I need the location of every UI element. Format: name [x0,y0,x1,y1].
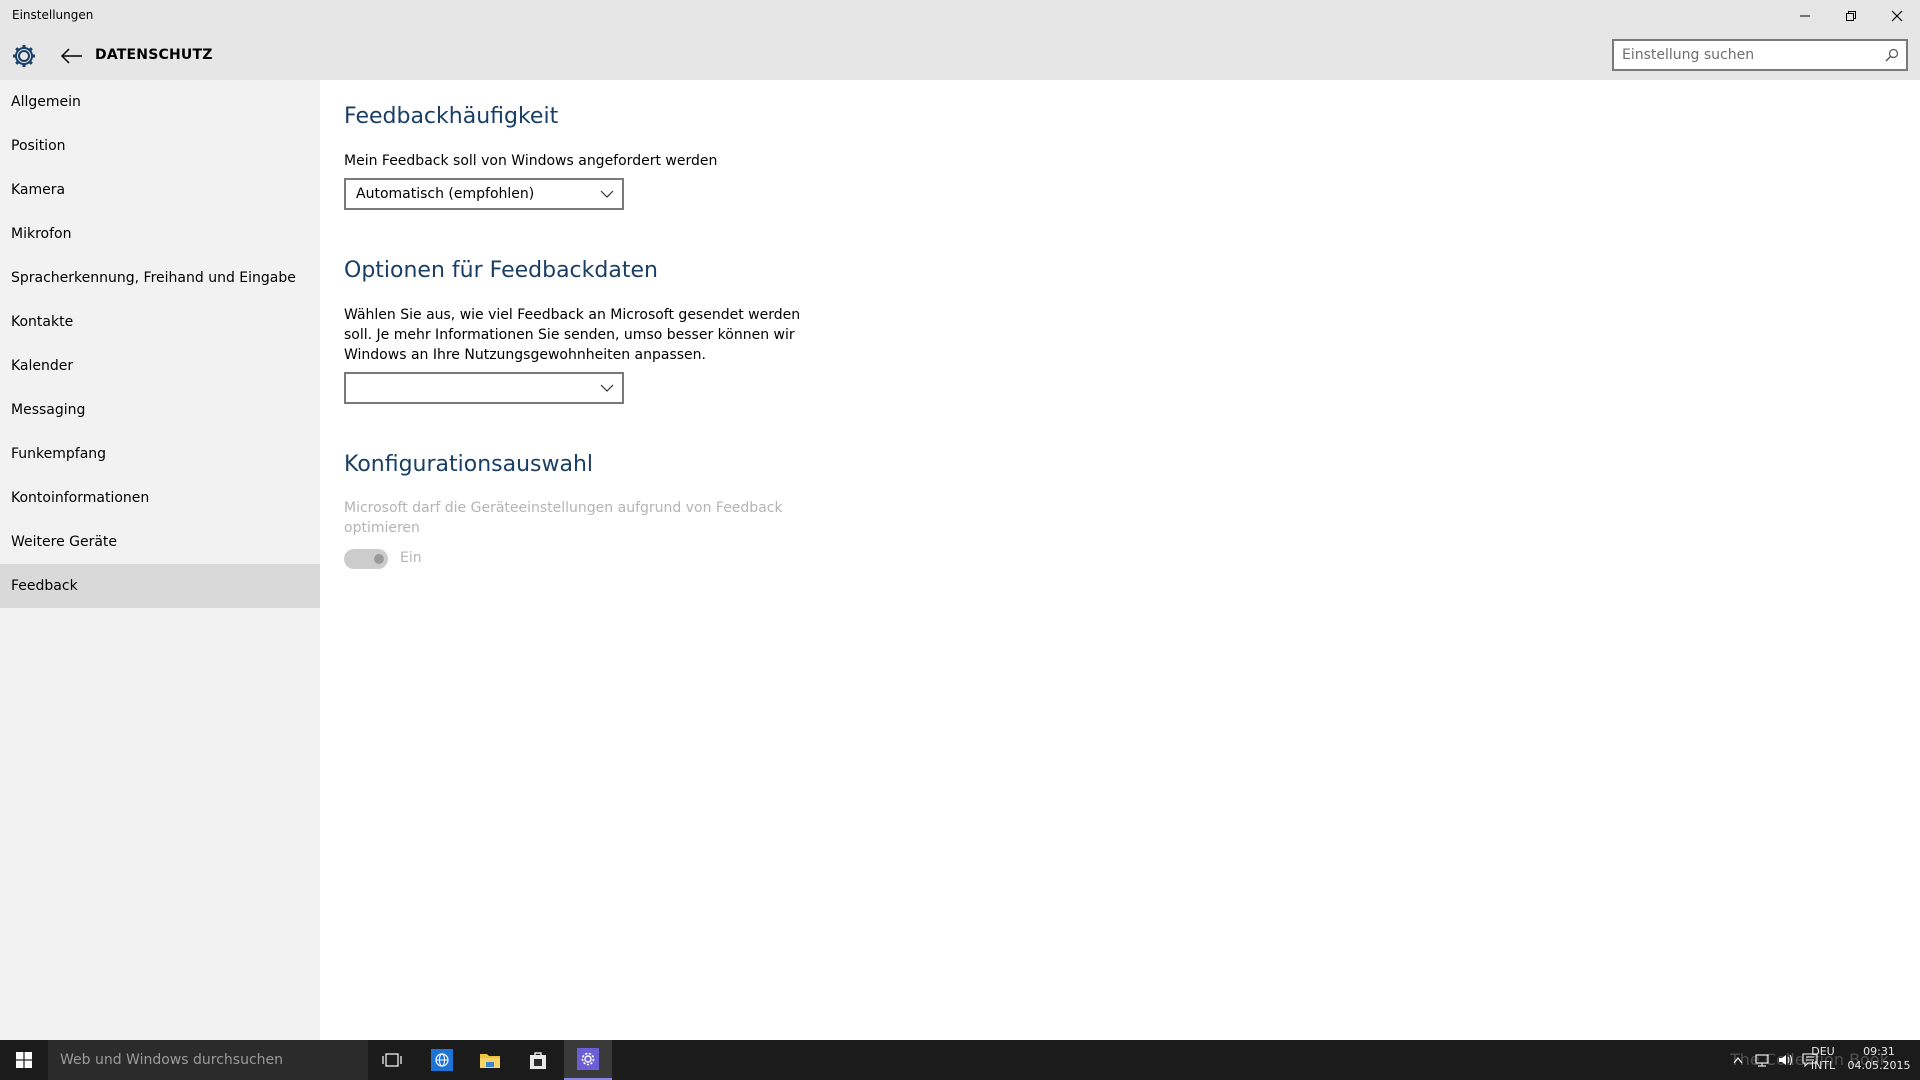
sidebar-item-feedback[interactable]: Feedback [0,564,320,608]
network-icon [1755,1054,1769,1067]
taskbar: Web und Windows durchsuchen The Collecti… [0,1040,1920,1080]
feedback-data-description-line1: Wählen Sie aus, wie viel Feedback an Mic… [344,307,801,323]
sidebar-item-allgemein[interactable]: Allgemein [0,80,320,124]
chevron-down-icon [600,190,614,198]
minimize-button[interactable] [1782,0,1828,32]
store-bag-icon [530,1052,546,1069]
taskbar-store-button[interactable] [514,1040,562,1080]
restore-icon [1846,11,1856,21]
taskbar-search-box[interactable]: Web und Windows durchsuchen [48,1040,368,1080]
sidebar-item-funkempfang[interactable]: Funkempfang [0,432,320,476]
close-button[interactable] [1874,0,1920,32]
configuration-toggle[interactable] [344,549,388,569]
feedback-frequency-value: Automatisch (empfohlen) [356,186,535,202]
task-view-button[interactable] [368,1040,416,1080]
tray-volume-button[interactable] [1774,1040,1798,1080]
chevron-up-icon [1733,1057,1743,1064]
sidebar-item-mikrofon[interactable]: Mikrofon [0,212,320,256]
restore-button[interactable] [1828,0,1874,32]
sidebar-item-weitere-geraete[interactable]: Weitere Geräte [0,520,320,564]
keyboard-layout: INTL [1810,1059,1836,1072]
configuration-description-line1: Microsoft darf die Geräteeinstellungen a… [344,500,783,516]
start-button[interactable] [0,1040,48,1080]
chevron-down-icon [600,384,614,392]
feedback-data-heading: Optionen für Feedbackdaten [344,258,658,283]
header: DATENSCHUTZ [0,32,1920,80]
minimize-icon [1800,15,1810,17]
clock-time: 09:31 [1863,1045,1895,1058]
feedback-frequency-label: Mein Feedback soll von Windows angeforde… [344,153,718,169]
taskbar-file-explorer-button[interactable] [466,1040,514,1080]
feedback-data-dropdown[interactable] [344,372,624,404]
taskbar-search-placeholder: Web und Windows durchsuchen [60,1052,284,1068]
settings-search-input[interactable] [1622,45,1872,65]
volume-icon [1779,1054,1793,1066]
sidebar-item-kontoinformationen[interactable]: Kontoinformationen [0,476,320,520]
language-code: DEU [1811,1045,1835,1058]
sidebar-item-kontakte[interactable]: Kontakte [0,300,320,344]
feedback-frequency-heading: Feedbackhäufigkeit [344,104,559,129]
title-bar: Einstellungen [0,0,1920,32]
feedback-data-description-line2: soll. Je mehr Informationen Sie senden, … [344,327,795,343]
feedback-data-description-line3: Windows an Ihre Nutzungsgewohnheiten anp… [344,347,706,363]
window-title: Einstellungen [12,8,94,22]
folder-icon [480,1054,500,1068]
sidebar-item-messaging[interactable]: Messaging [0,388,320,432]
close-icon [1891,10,1903,22]
clock-date: 04.05.2015 [1847,1059,1911,1072]
sidebar-item-kamera[interactable]: Kamera [0,168,320,212]
taskbar-browser-button[interactable] [418,1040,466,1080]
clock[interactable]: 09:31 04.05.2015 [1844,1045,1914,1073]
search-icon[interactable] [1884,47,1900,63]
taskbar-settings-button[interactable] [564,1040,612,1080]
toggle-knob [374,554,384,564]
sidebar-item-position[interactable]: Position [0,124,320,168]
input-language-indicator[interactable]: DEU INTL [1806,1045,1840,1073]
tray-network-button[interactable] [1750,1040,1774,1080]
tray-overflow-button[interactable] [1726,1040,1750,1080]
task-view-icon [382,1053,402,1067]
page-title: DATENSCHUTZ [95,47,213,63]
configuration-heading: Konfigurationsauswahl [344,452,594,477]
gear-icon [577,1048,599,1070]
main-content: Feedbackhäufigkeit Mein Feedback soll vo… [320,80,1920,1040]
feedback-frequency-dropdown[interactable]: Automatisch (empfohlen) [344,178,624,210]
back-arrow-icon[interactable] [58,44,86,68]
windows-logo-icon [16,1052,32,1068]
settings-search-box[interactable] [1612,39,1908,71]
globe-icon [431,1049,453,1071]
configuration-toggle-label: Ein [400,550,422,566]
sidebar-item-kalender[interactable]: Kalender [0,344,320,388]
gear-icon [13,45,35,67]
sidebar-item-spracherkennung[interactable]: Spracherkennung, Freihand und Eingabe [0,256,320,300]
configuration-description-line2: optimieren [344,520,420,536]
sidebar: Allgemein Position Kamera Mikrofon Sprac… [0,80,320,1040]
